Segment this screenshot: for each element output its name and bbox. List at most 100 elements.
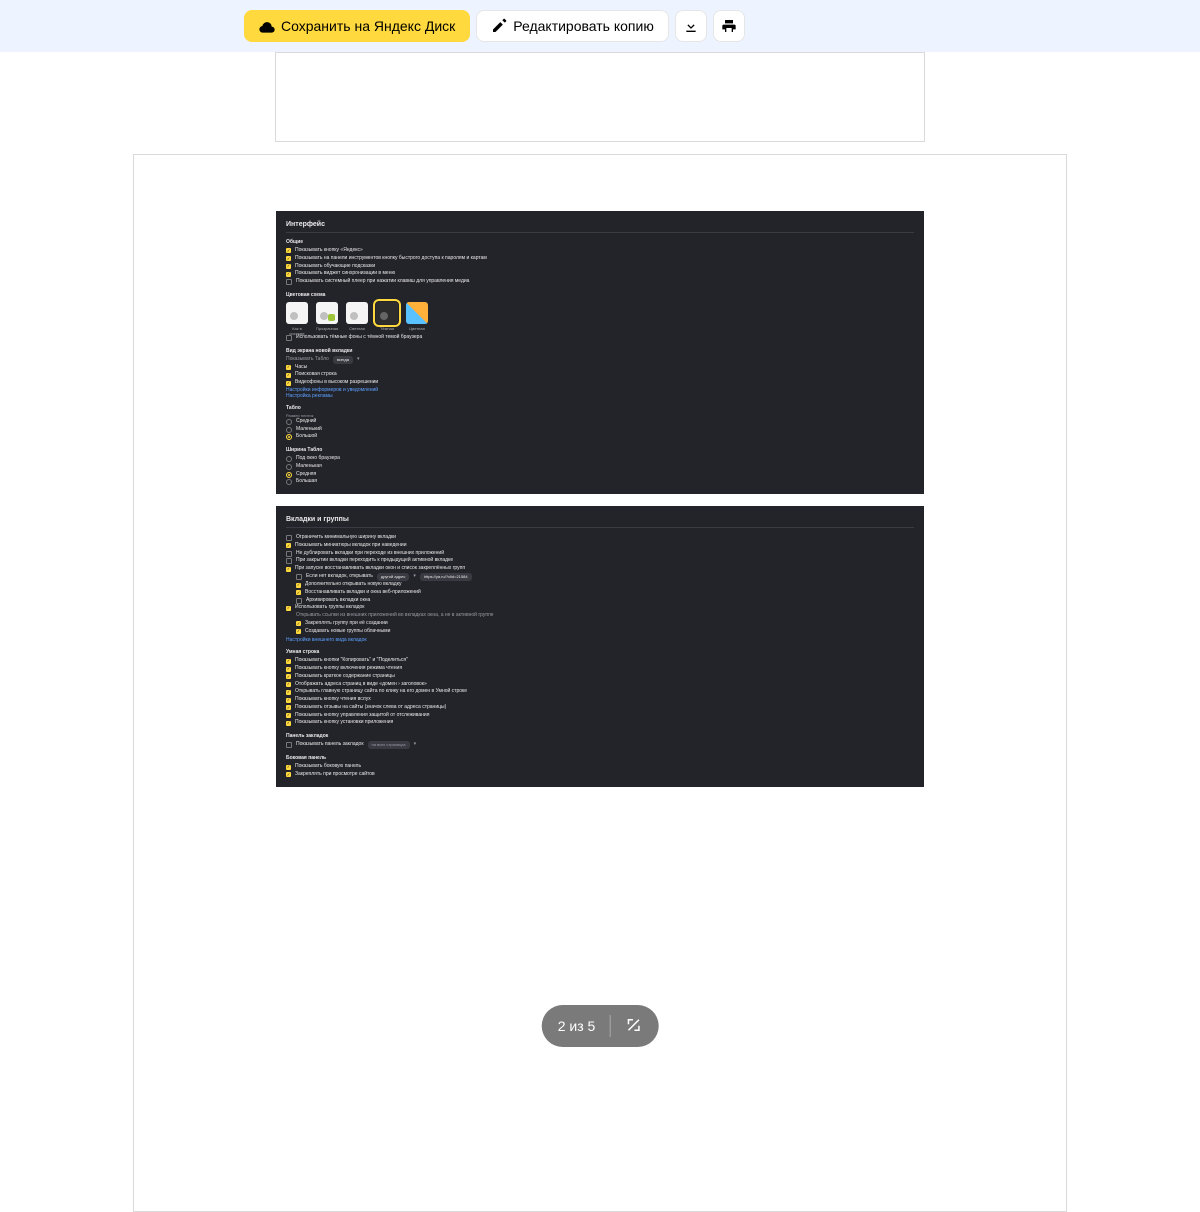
option-row[interactable]: ✓При запуске восстанавливать вкладки око…: [286, 565, 914, 573]
option-row[interactable]: ✓Показывать краткое содержание страницы: [286, 673, 914, 681]
newtab-show-row[interactable]: Показывать Табло всегда ▾: [286, 356, 914, 364]
option-row[interactable]: ✓Показывать миниатюры вкладок при наведе…: [286, 542, 914, 550]
checkbox-icon: ✓: [286, 705, 291, 710]
option-row[interactable]: ✓Дополнительно открывать новую вкладку: [286, 581, 914, 589]
checkbox-icon: ✓: [286, 373, 291, 378]
settings-link[interactable]: Настройка рекламы: [286, 393, 914, 399]
option-row[interactable]: ✓Показывать боковую панель: [286, 763, 914, 771]
section-sidebar: Боковая панель: [286, 755, 914, 761]
option-row[interactable]: ✓Показывать кнопки "Копировать" и "Подел…: [286, 657, 914, 665]
radio-row[interactable]: Маленькая: [286, 463, 914, 471]
checkbox-icon: ✓: [286, 690, 291, 695]
option-row[interactable]: ✓Показывать виджет синхронизации в меню: [286, 270, 914, 278]
checkbox-icon: ✓: [286, 682, 291, 687]
option-row[interactable]: ✓Показывать кнопку чтения вслух: [286, 696, 914, 704]
option-row[interactable]: ✓Показывать кнопку включения режима чтен…: [286, 665, 914, 673]
newtab-show-select[interactable]: всегда: [333, 356, 353, 364]
fullscreen-button[interactable]: [624, 1016, 642, 1037]
checkbox-icon: [286, 535, 292, 541]
checkbox-icon: ✓: [286, 272, 291, 277]
panel-title: Интерфейс: [286, 221, 914, 233]
radio-icon: [286, 479, 292, 485]
tab-groups-opt[interactable]: ✓ Использовать группы вкладок: [286, 604, 914, 612]
download-button[interactable]: [675, 10, 707, 42]
option-row[interactable]: ✓Показывать кнопку управления защитой от…: [286, 712, 914, 720]
radio-row[interactable]: Большая: [286, 478, 914, 486]
option-row[interactable]: ✓Открывать главную страницу сайта по кли…: [286, 688, 914, 696]
checkbox-icon: [286, 551, 292, 557]
option-row[interactable]: ✓Показывать на панели инструментов кнопк…: [286, 255, 914, 263]
radio-row[interactable]: Средняя: [286, 471, 914, 479]
expand-icon: [624, 1016, 642, 1034]
option-row[interactable]: ✓Показывать обучающие подсказки: [286, 263, 914, 271]
radio-icon: [286, 427, 292, 433]
section-smart: Умная строка: [286, 649, 914, 655]
save-yadisk-button[interactable]: Сохранить на Яндекс Диск: [244, 10, 470, 42]
radio-row[interactable]: Под окно браузера: [286, 455, 914, 463]
checkbox-icon: ✓: [286, 256, 291, 261]
radio-icon: [286, 434, 292, 440]
info-row: Открывать ссылки из внешних приложений в…: [286, 612, 914, 620]
section-newtab: Вид экрана новой вкладки: [286, 348, 914, 354]
option-row[interactable]: ✓Видеофоны в высоком разрешении: [286, 379, 914, 387]
option-row[interactable]: Ограничить минимальную ширину вкладки: [286, 534, 914, 542]
section-bookbar: Панель закладок: [286, 733, 914, 739]
option-row[interactable]: ✓Создавать новые группы облачными: [286, 628, 914, 636]
theme-thumb[interactable]: Цветная: [406, 302, 428, 324]
checkbox-icon: ✓: [296, 590, 301, 595]
doc-page-current: Интерфейс Общие ✓Показывать кнопку «Янде…: [133, 154, 1067, 1212]
option-row[interactable]: ✓Закреплять при просмотре сайтов: [286, 771, 914, 779]
theme-thumb[interactable]: Тёмная: [376, 302, 398, 324]
tabs-appearance-link[interactable]: Настройки внешнего вида вкладок: [286, 637, 914, 643]
option-row[interactable]: ✓Поисковая строка: [286, 371, 914, 379]
tabs-restore-sub1[interactable]: Если нет вкладок, открывать другой адрес…: [286, 573, 914, 581]
print-button[interactable]: [713, 10, 745, 42]
checkbox-icon: ✓: [286, 713, 291, 718]
radio-row[interactable]: Маленький: [286, 426, 914, 434]
pencil-icon: [491, 18, 507, 34]
radio-icon: [286, 472, 292, 478]
radio-icon: [286, 456, 292, 462]
section-tablo: Табло: [286, 405, 914, 411]
checkbox-icon: ✓: [286, 606, 291, 611]
checkbox-icon: ✓: [286, 248, 291, 253]
save-icon: [259, 18, 275, 34]
option-row[interactable]: ✓Часы: [286, 364, 914, 372]
option-row[interactable]: При закрытии вкладки переходить к предыд…: [286, 557, 914, 565]
restore-url-field[interactable]: https://ya.ru/?clid=21584: [420, 573, 472, 581]
radio-icon: [286, 464, 292, 470]
checkbox-icon: ✓: [286, 698, 291, 703]
checkbox-icon: [286, 558, 292, 564]
download-icon: [683, 18, 699, 34]
checkbox-icon: ✓: [296, 629, 301, 634]
option-row[interactable]: Архивировать вкладки окна: [286, 597, 914, 605]
checkbox-icon: [286, 742, 292, 748]
print-icon: [721, 18, 737, 34]
save-label: Сохранить на Яндекс Диск: [281, 18, 455, 34]
edit-label: Редактировать копию: [513, 18, 654, 34]
tablo-width-head: Ширина Табло: [286, 447, 914, 453]
checkbox-icon: ✓: [286, 765, 291, 770]
bookbar-mode-select[interactable]: на всех страницах: [368, 741, 410, 749]
option-row[interactable]: ✓Закреплять группу при её создании: [286, 620, 914, 628]
checkbox-icon: ✓: [286, 381, 291, 386]
option-row[interactable]: Показывать системный плеер при нажатии к…: [286, 278, 914, 286]
color-extra-opt[interactable]: Использовать тёмные фоны с тёмной темой …: [286, 334, 914, 342]
theme-thumb[interactable]: Как в системе: [286, 302, 308, 324]
bookbar-opt[interactable]: Показывать панель закладок на всех стран…: [286, 741, 914, 749]
page-indicator: 2 из 5: [558, 1018, 596, 1034]
option-row[interactable]: ✓Показывать кнопку установки приложения: [286, 719, 914, 727]
separator: [609, 1015, 610, 1037]
settings-panel-tabs: Вкладки и группы Ограничить минимальную …: [276, 506, 924, 787]
radio-row[interactable]: Большой: [286, 433, 914, 441]
option-row[interactable]: ✓Показывать кнопку «Яндекс»: [286, 247, 914, 255]
checkbox-icon: [296, 574, 302, 580]
edit-copy-button[interactable]: Редактировать копию: [476, 10, 669, 42]
option-row[interactable]: ✓Восстанавливать вкладки и окна веб-прил…: [286, 589, 914, 597]
radio-row[interactable]: Средний: [286, 418, 914, 426]
option-row[interactable]: ✓Показывать отзывы на сайты (значок слев…: [286, 704, 914, 712]
checkbox-icon: ✓: [296, 583, 301, 588]
open-mode-select[interactable]: другой адрес: [377, 573, 409, 581]
theme-thumb[interactable]: Прозрачная: [316, 302, 338, 324]
theme-thumb[interactable]: Светлая: [346, 302, 368, 324]
